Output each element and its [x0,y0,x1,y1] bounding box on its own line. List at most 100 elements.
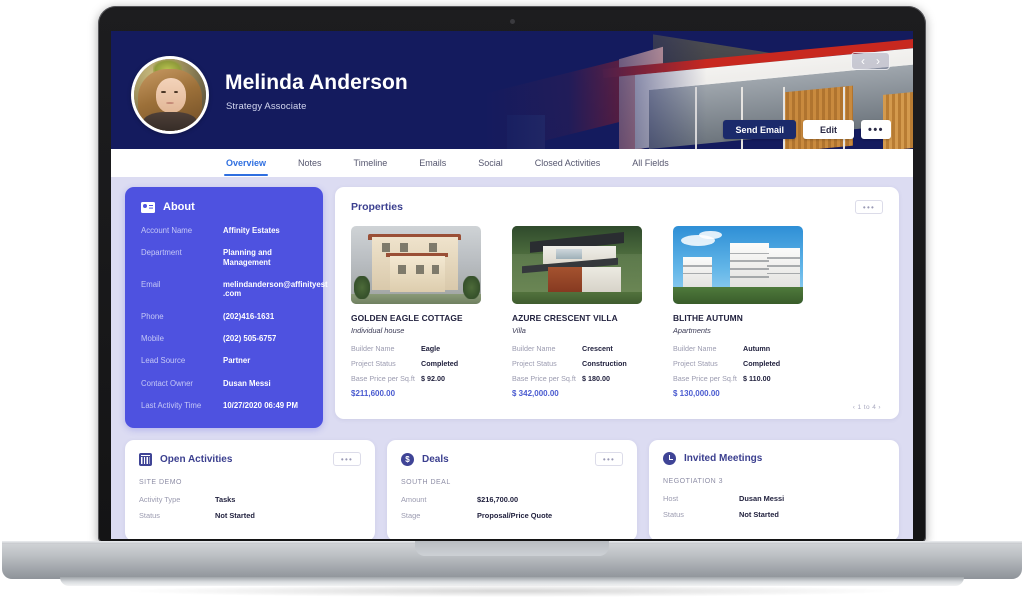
property-field-project-status: Project Status Completed [351,359,481,368]
invited-meetings-header: Invited Meetings [663,452,885,466]
property-fields: Builder Name Autumn Project Status Compl… [673,344,803,383]
header-more-button[interactable]: ••• [861,120,891,139]
properties-pagination[interactable]: ‹ 1 to 4 › [351,404,883,411]
field-label: Project Status [673,359,718,368]
property-name: BLITHE AUTUMN [673,313,743,323]
page-body: About Account Name Affinity Estates Depa… [111,177,913,539]
about-field-department: Department Planning and Management [141,248,307,267]
property-thumbnail-azure-crescent-villa [512,226,642,304]
field-label: Builder Name [673,344,717,353]
field-label: Activity Type [139,495,181,505]
property-total-price: $211,600.00 [351,389,396,398]
about-card: About Account Name Affinity Estates Depa… [125,187,328,429]
property-field-builder-name: Builder Name Eagle [351,344,481,353]
field-label: Base Price per Sq.ft [351,374,415,383]
invited-meetings-title: Invited Meetings [684,453,763,465]
next-record-icon[interactable]: › [871,55,885,67]
property-field-project-status: Project Status Completed [673,359,803,368]
properties-list: GOLDEN EAGLE COTTAGE Individual house Bu… [351,226,883,398]
field-value: Not Started [739,510,779,520]
field-value: Planning and Management [223,248,272,267]
open-activities-header: Open Activities ••• [139,452,361,467]
field-label: Last Activity Time [141,401,202,411]
tab-closed-activities[interactable]: Closed Activities [519,149,617,177]
field-value: $ 92.00 [421,374,445,383]
property-card[interactable]: AZURE CRESCENT VILLA Villa Builder Name … [512,226,642,398]
tab-bar: Overview Notes Timeline Emails Social Cl… [111,149,913,177]
field-value: $ 110.00 [743,374,771,383]
field-value: Affinity Estates [223,226,280,235]
field-value: Dusan Messi [223,378,271,388]
field-label: Mobile [141,334,164,344]
field-value[interactable]: melindanderson@affinityest .com [223,280,328,299]
field-value: Eagle [421,344,441,353]
profile-header: Melinda Anderson Strategy Associate ‹ › … [111,31,913,149]
laptop-screen: Melinda Anderson Strategy Associate ‹ › … [111,31,913,539]
field-label: Account Name [141,226,193,235]
properties-card-title: Properties [351,201,403,213]
field-value[interactable]: (202)416-1631 [223,312,274,321]
field-value: Tasks [215,495,236,505]
open-activities-more-button[interactable]: ••• [333,452,361,467]
property-total-price: $ 342,000.00 [512,389,559,398]
open-activities-field-status: Status Not Started [139,511,361,520]
property-type: Villa [512,326,526,335]
tab-all-fields[interactable]: All Fields [616,149,685,177]
deals-header: $ Deals ••• [401,452,623,467]
crm-contact-page: Melinda Anderson Strategy Associate ‹ › … [111,31,913,539]
field-label: Email [141,280,161,290]
field-value: Autumn [743,344,771,353]
deals-subtitle: SOUTH DEAL [401,479,451,487]
about-field-lead-source: Lead Source Partner [141,356,307,365]
send-email-button[interactable]: Send Email [723,120,796,139]
laptop-mockup-scene: Melinda Anderson Strategy Associate ‹ › … [0,0,1024,604]
property-card[interactable]: GOLDEN EAGLE COTTAGE Individual house Bu… [351,226,481,398]
record-navigation[interactable]: ‹ › [851,52,890,70]
tab-timeline[interactable]: Timeline [338,149,404,177]
open-activities-title: Open Activities [160,453,233,465]
field-label: Phone [141,311,164,321]
dollar-icon: $ [401,452,414,466]
field-label: Builder Name [512,344,556,353]
property-field-builder-name: Builder Name Crescent [512,344,642,353]
property-card[interactable]: BLITHE AUTUMN Apartments Builder Name Au… [673,226,803,398]
prev-record-icon[interactable]: ‹ [856,55,870,67]
properties-card: Properties ••• GOLDEN EAGLE COTTAGE Indi… [335,187,899,419]
field-label: Contact Owner [141,378,194,388]
about-field-email: Email melindanderson@affinityest .com [141,280,328,299]
field-value: Completed [421,359,459,368]
about-card-title: About [163,201,195,213]
property-thumbnail-blithe-autumn [673,226,803,304]
content-row-top: About Account Name Affinity Estates Depa… [125,187,899,429]
deals-card: $ Deals ••• SOUTH DEAL Amount $216,700.0… [387,440,637,539]
field-label: Project Status [351,359,396,368]
field-label: Stage [401,511,421,521]
field-label: Base Price per Sq.ft [673,374,737,383]
invited-meetings-card: Invited Meetings NEGOTIATION 3 Host Dusa… [649,440,899,539]
id-card-icon [141,201,155,213]
field-label: Project Status [512,359,557,368]
tab-overview[interactable]: Overview [210,149,282,177]
deals-more-button[interactable]: ••• [595,452,623,467]
property-fields: Builder Name Eagle Project Status Comple… [351,344,481,383]
field-value: $ 180.00 [582,374,610,383]
edit-button[interactable]: Edit [803,120,854,139]
tab-emails[interactable]: Emails [403,149,462,177]
properties-more-button[interactable]: ••• [855,200,883,214]
field-value[interactable]: (202) 505-6757 [223,334,276,343]
tab-notes[interactable]: Notes [282,149,338,177]
field-value: 10/27/2020 06:49 PM [223,401,298,411]
tab-social[interactable]: Social [462,149,519,177]
avatar[interactable] [131,56,209,134]
contact-role: Strategy Associate [226,101,307,112]
field-label: Host [663,494,679,504]
field-value: Dusan Messi [739,494,785,504]
field-label: Status [139,511,160,521]
laptop-base-notch [415,541,609,556]
invited-meetings-field-status: Status Not Started [663,510,885,519]
property-field-base-price: Base Price per Sq.ft $ 180.00 [512,374,642,383]
about-field-mobile: Mobile (202) 505-6757 [141,334,307,343]
field-label: Base Price per Sq.ft [512,374,576,383]
property-name: GOLDEN EAGLE COTTAGE [351,313,463,323]
field-label: Status [663,510,684,520]
